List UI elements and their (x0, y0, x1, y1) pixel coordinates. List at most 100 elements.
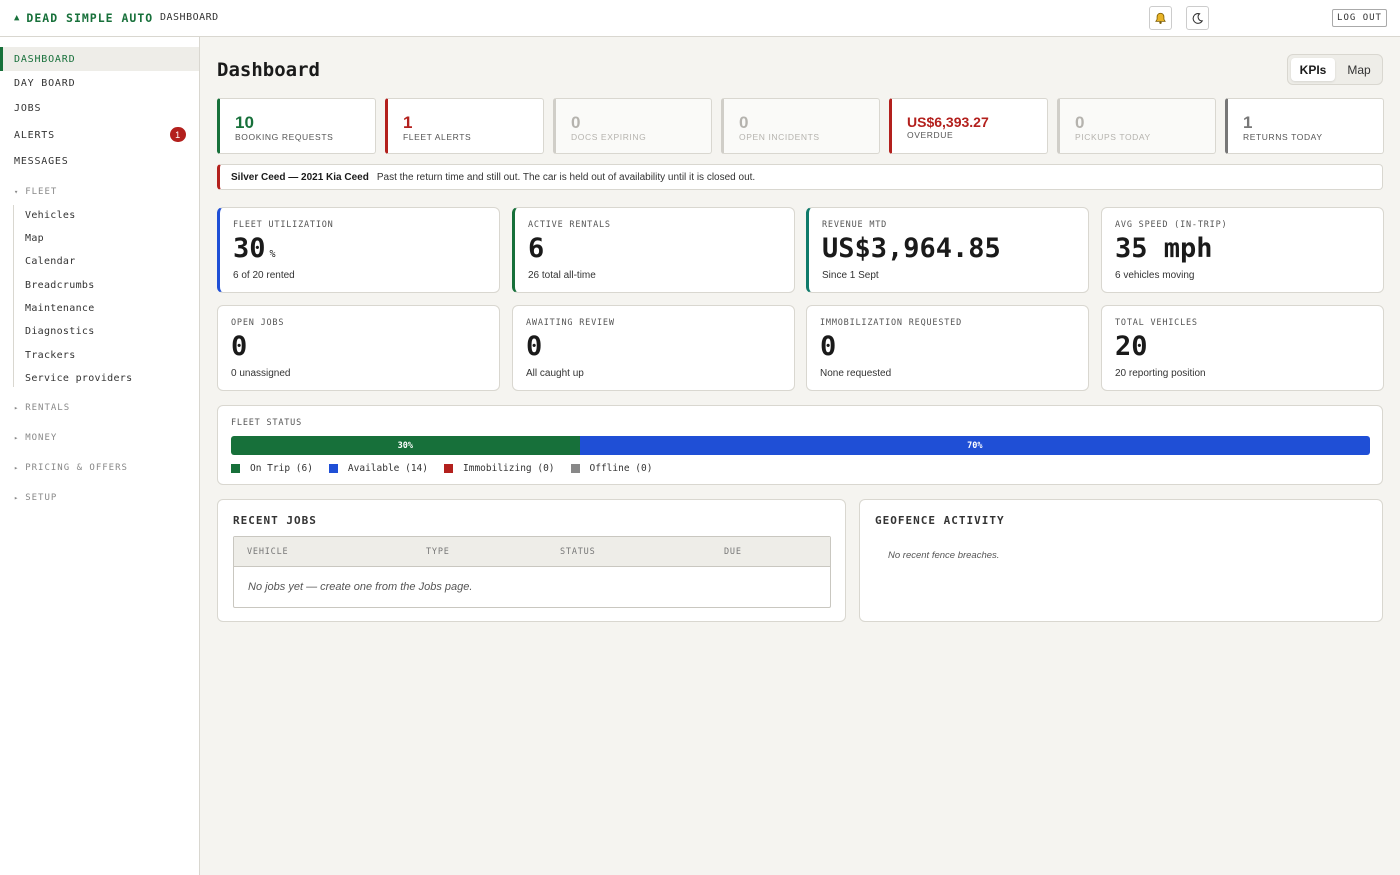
kpi-fleet-alerts[interactable]: 1 FLEET ALERTS (385, 98, 544, 154)
kpi-overdue[interactable]: US$6,393.27 OVERDUE (889, 98, 1048, 154)
card-value: 0 (231, 331, 248, 362)
alert-vehicle: Silver Ceed — 2021 Kia Ceed (231, 171, 369, 183)
moon-icon (1192, 12, 1204, 24)
sidebar-group-rentals[interactable]: ▸ RENTALS (14, 403, 70, 413)
sidebar-item-trackers[interactable]: Trackers (25, 350, 76, 361)
kpi-label: OPEN INCIDENTS (739, 132, 820, 142)
empty-state: No recent fence breaches. (888, 550, 1000, 561)
column-header-status[interactable]: STATUS (560, 547, 596, 557)
kpi-label: BOOKING REQUESTS (235, 132, 334, 142)
theme-toggle-button[interactable] (1186, 6, 1209, 30)
kpi-docs-expiring[interactable]: 0 DOCS EXPIRING (553, 98, 712, 154)
kpi-value: 0 (739, 113, 749, 132)
legend-label: Immobilizing (0) (463, 463, 555, 474)
sidebar-item-vehicles[interactable]: Vehicles (25, 210, 76, 221)
sidebar-group-setup[interactable]: ▸ SETUP (14, 493, 57, 503)
kpi-booking-requests[interactable]: 10 BOOKING REQUESTS (217, 98, 376, 154)
card-revenue-mtd: REVENUE MTD US$3,964.85 Since 1 Sept (806, 207, 1089, 293)
column-header-due[interactable]: DUE (724, 547, 742, 557)
tab-kpis[interactable]: KPIs (1291, 58, 1335, 81)
notifications-button[interactable] (1149, 6, 1172, 30)
legend-swatch (231, 464, 240, 473)
card-label: FLEET UTILIZATION (233, 220, 334, 230)
sidebar-group-fleet[interactable]: ▾ FLEET (14, 187, 57, 197)
sidebar-item-maintenance[interactable]: Maintenance (25, 303, 95, 314)
column-header-type[interactable]: TYPE (426, 547, 450, 557)
fleet-legend: On Trip (6) Available (14) Immobilizing … (231, 463, 652, 474)
card-active-rentals: ACTIVE RENTALS 6 26 total all-time (512, 207, 795, 293)
kpi-label: PICKUPS TODAY (1075, 132, 1151, 142)
kpi-value: 0 (1075, 113, 1085, 132)
sidebar-item-diagnostics[interactable]: Diagnostics (25, 326, 95, 337)
fleet-status-bar: 30% 70% (231, 436, 1370, 455)
sidebar-item-label: DASHBOARD (14, 53, 76, 65)
main-content: Dashboard KPIs Map 10 BOOKING REQUESTS 1… (200, 37, 1400, 875)
legend-label: Available (14) (347, 463, 428, 474)
card-value: 0 (526, 331, 543, 362)
panel-title: GEOFENCE ACTIVITY (875, 514, 1005, 527)
top-bar: ▲ DEAD SIMPLE AUTO DASHBOARD LOG OUT (0, 0, 1400, 37)
group-label: MONEY (25, 433, 58, 443)
card-label: ACTIVE RENTALS (528, 220, 611, 230)
card-value: 30% (233, 233, 276, 264)
kpi-label: DOCS EXPIRING (571, 132, 647, 142)
sidebar-item-label: MESSAGES (14, 155, 69, 167)
chevron-right-icon: ▸ (14, 404, 20, 412)
card-subtext: Since 1 Sept (822, 270, 879, 281)
alert-message: Past the return time and still out. The … (376, 171, 756, 183)
legend-item-available: Available (14) (328, 463, 428, 474)
logout-button[interactable]: LOG OUT (1332, 9, 1387, 27)
card-open-jobs: OPEN JOBS 0 0 unassigned (217, 305, 500, 391)
card-label: REVENUE MTD (822, 220, 888, 230)
kpi-value: 1 (403, 113, 413, 132)
sidebar-group-pricing[interactable]: ▸ PRICING & OFFERS (14, 463, 128, 473)
utilization-value: 30 (233, 233, 266, 264)
kpi-returns-today[interactable]: 1 RETURNS TODAY (1225, 98, 1384, 154)
table-header: VEHICLE TYPE STATUS DUE (234, 537, 830, 567)
sidebar-item-day-board[interactable]: DAY BOARD (0, 71, 199, 95)
card-subtext: 0 unassigned (231, 368, 291, 379)
page-title: Dashboard (217, 59, 320, 81)
sidebar-item-breadcrumbs[interactable]: Breadcrumbs (25, 280, 95, 291)
alerts-count-badge: 1 (170, 127, 186, 142)
chevron-right-icon: ▸ (14, 494, 20, 502)
kpi-label: OVERDUE (907, 130, 954, 140)
card-value: 20 (1115, 331, 1148, 362)
sidebar-item-service-providers[interactable]: Service providers (25, 373, 132, 384)
group-label: SETUP (25, 493, 58, 503)
card-subtext: 26 total all-time (528, 270, 596, 281)
card-label: TOTAL VEHICLES (1115, 318, 1198, 328)
card-subtext: All caught up (526, 368, 584, 379)
card-total-vehicles: TOTAL VEHICLES 20 20 reporting position (1101, 305, 1384, 391)
sidebar-item-jobs[interactable]: JOBS (0, 96, 199, 120)
sidebar-item-alerts[interactable]: ALERTS 1 (0, 123, 199, 147)
car-icon: ▲ (14, 13, 21, 23)
sidebar-item-label: DAY BOARD (14, 77, 76, 89)
recent-jobs-panel: RECENT JOBS VEHICLE TYPE STATUS DUE No j… (217, 499, 846, 622)
tab-map[interactable]: Map (1337, 58, 1381, 81)
sidebar-item-messages[interactable]: MESSAGES (0, 149, 199, 173)
sidebar-item-calendar[interactable]: Calendar (25, 256, 76, 267)
card-label: AWAITING REVIEW (526, 318, 615, 328)
fleet-status-panel: FLEET STATUS 30% 70% On Trip (6) Availab… (217, 405, 1383, 485)
card-value: US$3,964.85 (822, 233, 1001, 264)
overdue-alert[interactable]: Silver Ceed — 2021 Kia Ceed Past the ret… (217, 164, 1383, 190)
card-subtext: 6 vehicles moving (1115, 270, 1195, 281)
chevron-down-icon: ▾ (14, 188, 20, 196)
sidebar-item-map[interactable]: Map (25, 233, 44, 244)
utilization-unit: % (269, 249, 276, 260)
kpi-pickups-today[interactable]: 0 PICKUPS TODAY (1057, 98, 1216, 154)
kpi-open-incidents[interactable]: 0 OPEN INCIDENTS (721, 98, 880, 154)
column-header-vehicle[interactable]: VEHICLE (247, 547, 288, 557)
card-label: IMMOBILIZATION REQUESTED (820, 318, 963, 328)
kpi-label: RETURNS TODAY (1243, 132, 1323, 142)
sidebar-item-dashboard[interactable]: DASHBOARD (0, 47, 199, 71)
card-immobilization-requested: IMMOBILIZATION REQUESTED 0 None requeste… (806, 305, 1089, 391)
card-value: 35 mph (1115, 233, 1213, 264)
chevron-right-icon: ▸ (14, 434, 20, 442)
brand-name: DEAD SIMPLE AUTO (26, 11, 154, 25)
sidebar-group-money[interactable]: ▸ MONEY (14, 433, 57, 443)
legend-label: Offline (0) (589, 463, 653, 474)
card-fleet-utilization: FLEET UTILIZATION 30% 6 of 20 rented (217, 207, 500, 293)
brand-logo[interactable]: ▲ DEAD SIMPLE AUTO (14, 11, 153, 25)
